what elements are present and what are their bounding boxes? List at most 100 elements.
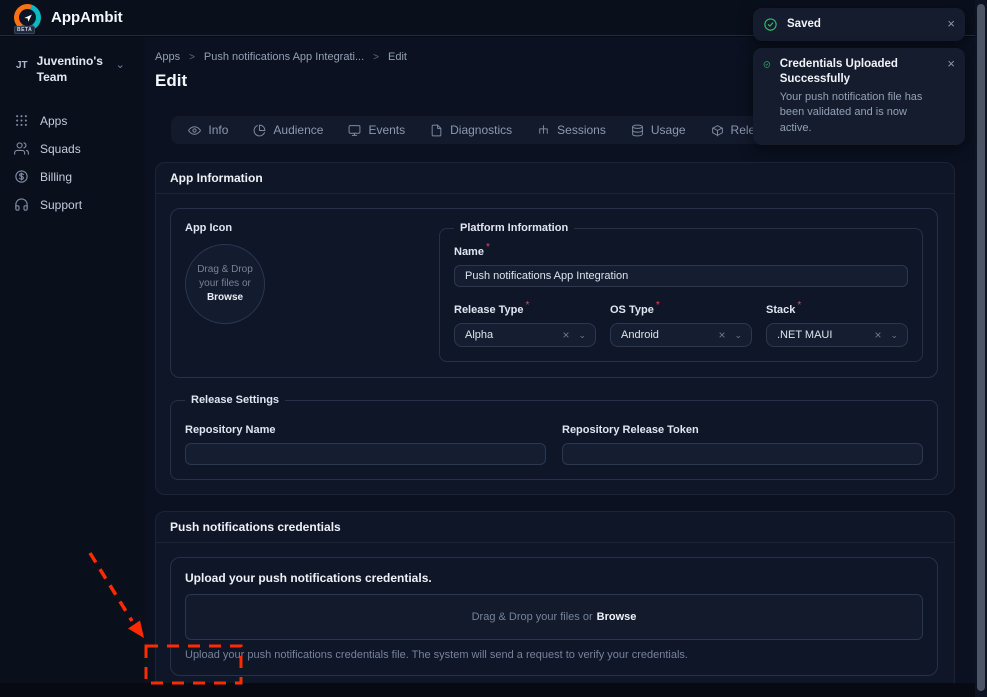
sidebar-item-squads[interactable]: Squads: [0, 136, 145, 161]
os-type-label: OS Type: [610, 304, 654, 316]
tab-label: Diagnostics: [450, 123, 512, 137]
credentials-dropzone[interactable]: Drag & Drop your files or Browse: [185, 594, 923, 640]
grid-icon: [14, 113, 29, 128]
clear-icon[interactable]: ×: [718, 328, 725, 342]
required-asterisk: *: [526, 300, 530, 311]
sidebar-item-label: Billing: [40, 170, 72, 184]
tab-label: Audience: [273, 123, 323, 137]
stack-select[interactable]: .NET MAUI × ⌄: [766, 323, 908, 347]
dropzone-text: Drag & Drop your files or: [472, 611, 593, 623]
sidebar-item-apps[interactable]: Apps: [0, 108, 145, 133]
sidebar: JT Juventino's Team ⌄ Apps Squads Bill: [0, 37, 145, 683]
appambit-logo-icon: BETA: [14, 4, 41, 31]
pie-chart-icon: [253, 124, 266, 137]
repository-release-token-label: Repository Release Token: [562, 424, 699, 436]
browse-link[interactable]: Browse: [207, 291, 243, 305]
sidebar-item-support[interactable]: Support: [0, 192, 145, 217]
chevron-down-icon[interactable]: ⌄: [890, 330, 898, 341]
credentials-upload-panel: Upload your push notifications credentia…: [170, 557, 938, 676]
toast-credentials-uploaded: Credentials Uploaded Successfully Your p…: [753, 48, 965, 145]
tab-sessions[interactable]: Sessions: [537, 123, 606, 137]
release-type-label: Release Type: [454, 304, 524, 316]
stack-label: Stack: [766, 304, 795, 316]
app-icon-label: App Icon: [185, 222, 425, 234]
beta-badge: BETA: [14, 26, 35, 34]
breadcrumb-app-name[interactable]: Push notifications App Integrati...: [204, 51, 364, 63]
required-asterisk: *: [797, 300, 801, 311]
repository-name-input[interactable]: [185, 443, 546, 465]
platform-information-fieldset: Platform Information Name* Release Type*…: [439, 222, 923, 362]
tab-label: Sessions: [557, 123, 606, 137]
check-circle-icon: [763, 17, 778, 32]
tab-diagnostics[interactable]: Diagnostics: [430, 123, 512, 137]
dropzone-text: your files or: [199, 277, 251, 291]
tab-label: Info: [208, 123, 228, 137]
select-value: Android: [621, 329, 718, 341]
toast-saved: Saved ×: [753, 8, 965, 41]
push-credentials-card: Push notifications credentials Upload yo…: [155, 511, 955, 683]
tab-info[interactable]: Info: [188, 123, 228, 137]
toast-title: Saved: [787, 17, 821, 32]
close-icon[interactable]: ×: [947, 17, 955, 30]
name-input[interactable]: [454, 265, 908, 287]
tab-audience[interactable]: Audience: [253, 123, 323, 137]
scrollbar-thumb[interactable]: [977, 4, 985, 691]
app-info-panel: App Icon Drag & Drop your files or Brows…: [170, 208, 938, 378]
os-type-select[interactable]: Android × ⌄: [610, 323, 752, 347]
sidebar-item-billing[interactable]: Billing: [0, 164, 145, 189]
check-circle-icon: [763, 57, 771, 72]
database-icon: [631, 124, 644, 137]
clear-icon[interactable]: ×: [562, 328, 569, 342]
tab-label: Events: [368, 123, 405, 137]
sidebar-item-label: Support: [40, 198, 82, 212]
card-title: App Information: [156, 163, 954, 194]
close-icon[interactable]: ×: [947, 57, 955, 70]
file-icon: [430, 124, 443, 137]
hierarchy-icon: [537, 124, 550, 137]
clear-icon[interactable]: ×: [874, 328, 881, 342]
upload-helper-text: Upload your push notifications credentia…: [185, 649, 923, 661]
breadcrumb-separator: >: [189, 52, 195, 63]
toast-title: Credentials Uploaded Successfully: [780, 57, 939, 87]
chevron-down-icon[interactable]: ⌄: [734, 330, 742, 341]
repository-name-label: Repository Name: [185, 424, 275, 436]
team-name: Juventino's Team: [37, 54, 107, 85]
app-information-card: App Information App Icon Drag & Drop you…: [155, 162, 955, 495]
chevron-down-icon[interactable]: ⌄: [578, 330, 586, 341]
browse-link[interactable]: Browse: [597, 611, 637, 623]
dropzone-text: Drag & Drop: [197, 263, 253, 277]
eye-icon: [188, 124, 201, 137]
select-value: .NET MAUI: [777, 329, 874, 341]
repository-release-token-input[interactable]: [562, 443, 923, 465]
dollar-circle-icon: [14, 169, 29, 184]
breadcrumb-apps[interactable]: Apps: [155, 51, 180, 63]
release-settings-fieldset: Release Settings Repository Name Reposit…: [170, 394, 938, 480]
name-label: Name: [454, 246, 484, 258]
toast-stack: Saved × Credentials Uploaded Successfull…: [753, 8, 965, 145]
required-asterisk: *: [656, 300, 660, 311]
team-switcher[interactable]: JT Juventino's Team ⌄: [0, 37, 145, 85]
upload-instruction: Upload your push notifications credentia…: [185, 571, 923, 585]
breadcrumb-separator: >: [373, 52, 379, 63]
paper-plane-icon: [23, 13, 33, 23]
sidebar-item-label: Squads: [40, 142, 81, 156]
fieldset-legend: Platform Information: [454, 222, 574, 234]
release-type-select[interactable]: Alpha × ⌄: [454, 323, 596, 347]
chevron-down-icon: ⌄: [116, 58, 125, 71]
sidebar-item-label: Apps: [40, 114, 67, 128]
tab-events[interactable]: Events: [348, 123, 405, 137]
tab-label: Usage: [651, 123, 686, 137]
card-title: Push notifications credentials: [156, 512, 954, 543]
app-icon-dropzone[interactable]: Drag & Drop your files or Browse: [185, 244, 265, 324]
brand-name: AppAmbit: [51, 9, 123, 26]
monitor-icon: [348, 124, 361, 137]
breadcrumb-edit: Edit: [388, 51, 407, 63]
scrollbar-track: [975, 0, 987, 697]
package-icon: [711, 124, 724, 137]
team-avatar: JT: [16, 60, 28, 71]
tab-usage[interactable]: Usage: [631, 123, 686, 137]
required-asterisk: *: [486, 242, 490, 253]
toast-message: Your push notification file has been val…: [780, 90, 939, 136]
select-value: Alpha: [465, 329, 562, 341]
fieldset-legend: Release Settings: [185, 394, 285, 406]
